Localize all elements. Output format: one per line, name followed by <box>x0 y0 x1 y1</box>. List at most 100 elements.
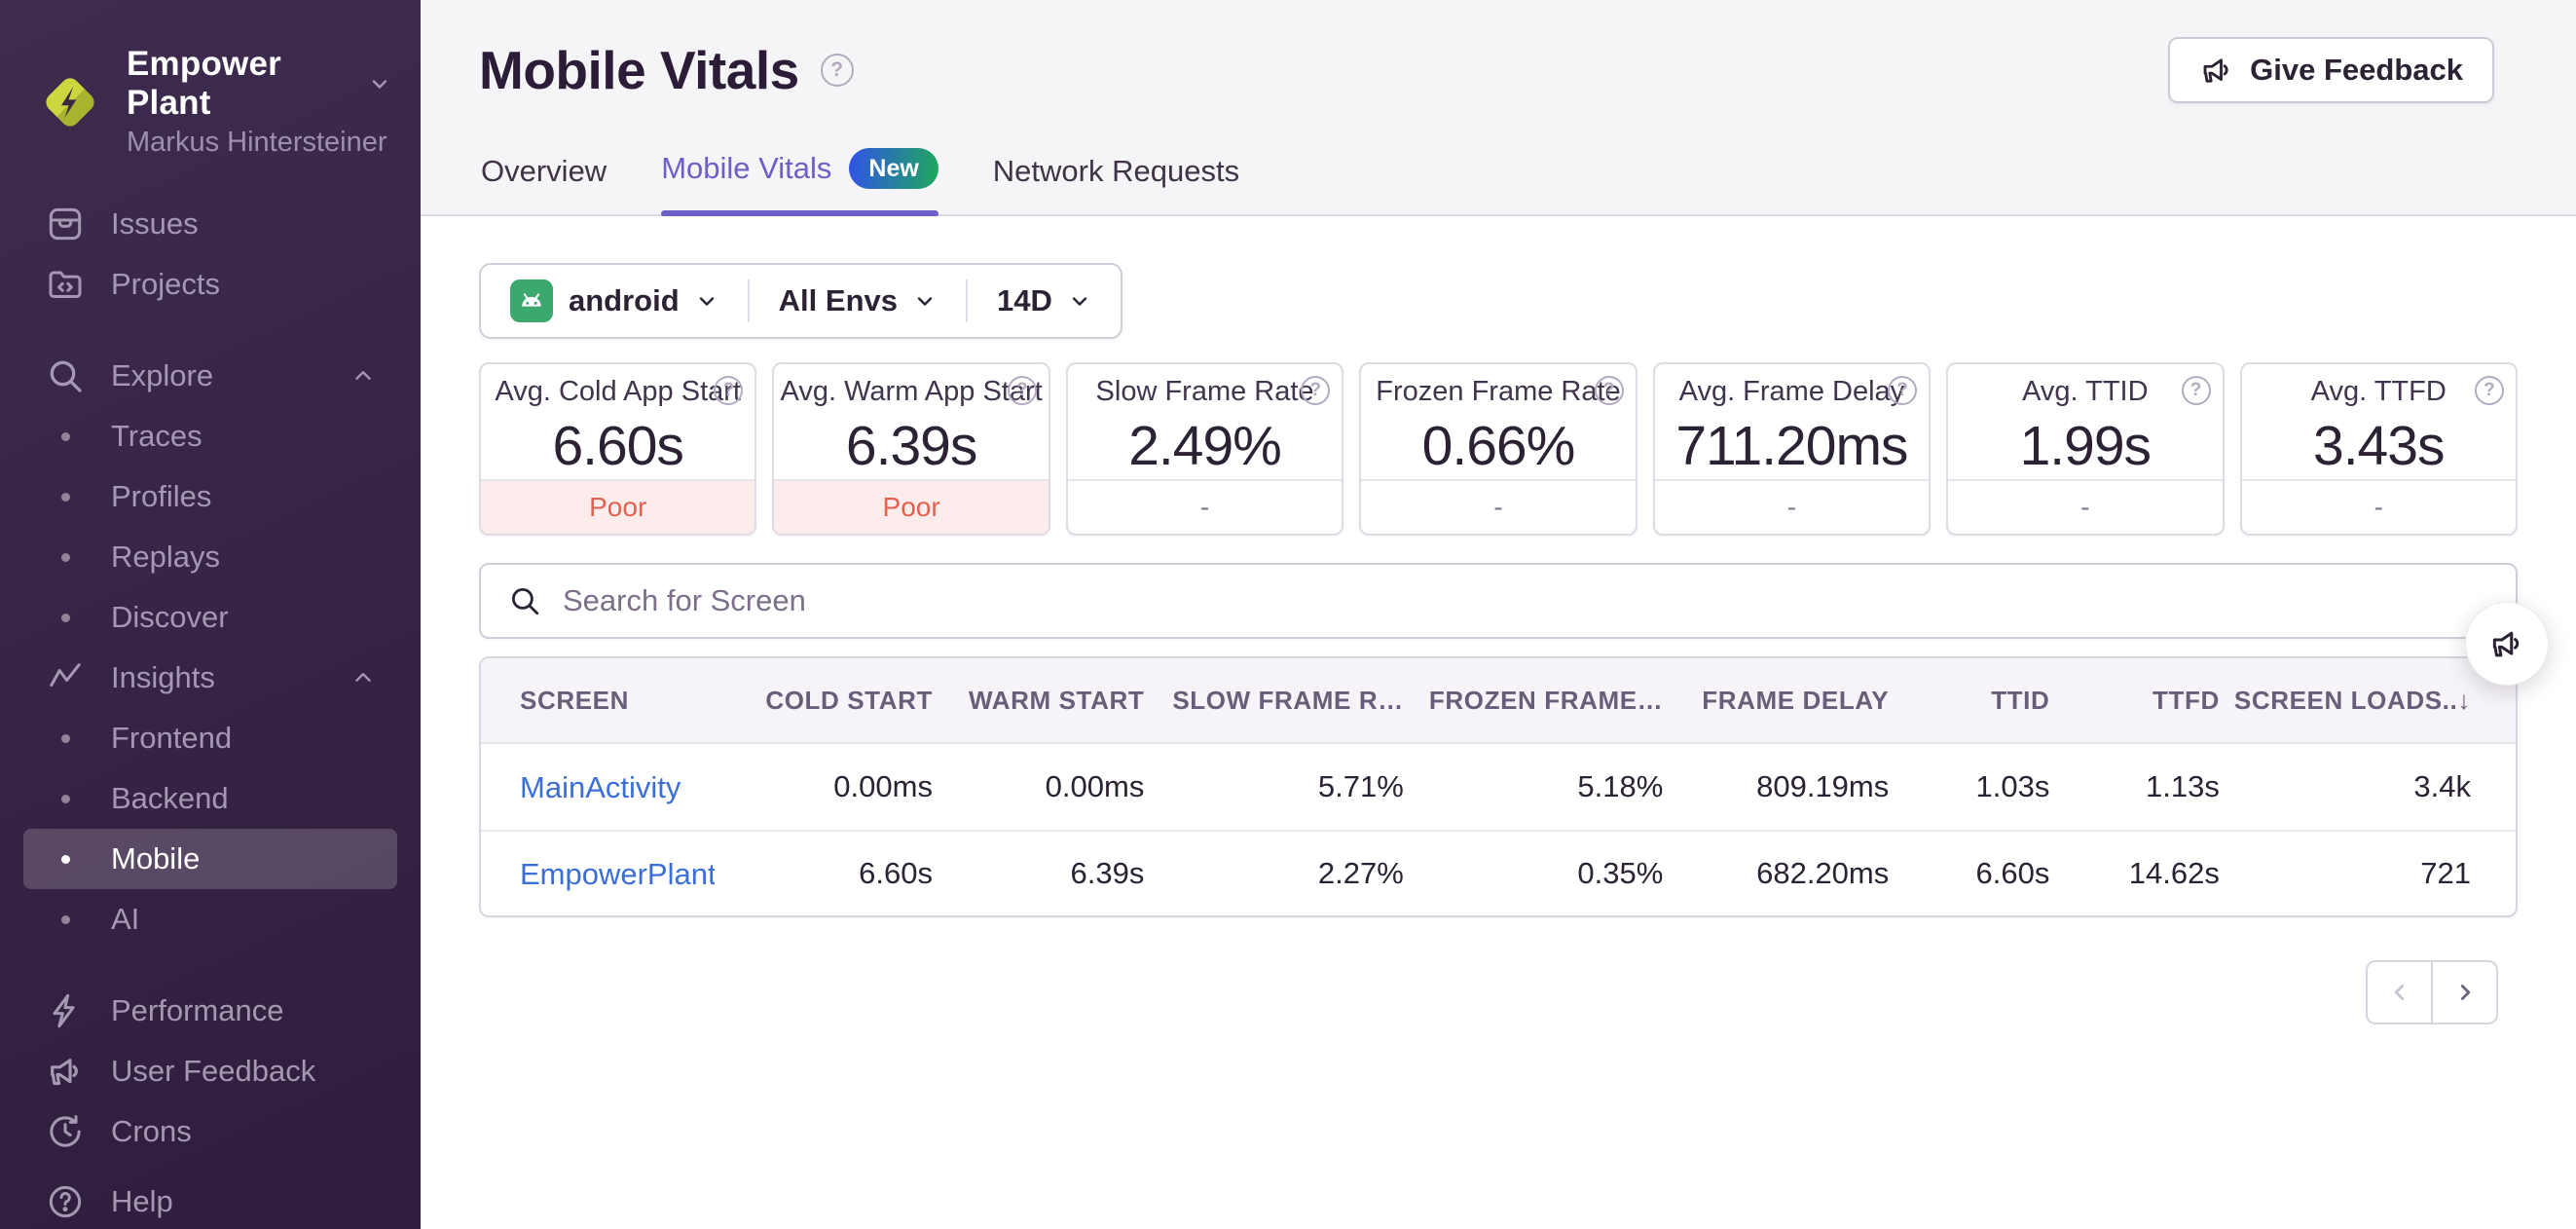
sidebar-item-label: Backend <box>111 781 229 815</box>
give-feedback-label: Give Feedback <box>2250 53 2463 87</box>
cell-screen-loads: 721 <box>2420 856 2471 890</box>
project-filter[interactable]: android <box>481 265 748 337</box>
cell-ttfd: 14.62s <box>2128 856 2220 890</box>
sidebar-section-insights[interactable]: Insights <box>23 648 397 708</box>
sidebar-item-label: AI <box>111 902 140 936</box>
tab-network-requests[interactable]: Network Requests <box>993 154 1239 214</box>
screen-link[interactable]: MainActivity <box>520 770 681 805</box>
sidebar-section-label: Explore <box>111 358 214 392</box>
lightning-icon <box>45 990 86 1031</box>
help-hint-icon[interactable]: ? <box>2181 376 2211 405</box>
sidebar-item-label: Replays <box>111 540 220 574</box>
help-hint-icon[interactable]: ? <box>1594 376 1624 405</box>
metric-value: 1.99s <box>2019 414 2152 477</box>
metric-cards: ? Avg. Cold App Start 6.60s Poor ? Avg. … <box>479 362 2518 536</box>
title-help-icon[interactable]: ? <box>820 54 854 87</box>
sidebar-item-label: Crons <box>111 1114 192 1148</box>
screen-link[interactable]: EmpowerPlantActivity <box>520 857 715 892</box>
column-header-screen[interactable]: SCREEN <box>481 686 715 716</box>
metric-label: Avg. TTFD <box>2310 375 2447 407</box>
help-hint-icon[interactable]: ? <box>1888 376 1918 405</box>
metric-label: Avg. TTID <box>2022 375 2149 407</box>
cell-frozen-frame-rate: 5.18% <box>1577 769 1664 803</box>
environment-filter-value: All Envs <box>778 283 898 317</box>
sidebar-item-profiles[interactable]: Profiles <box>23 466 397 527</box>
help-hint-icon[interactable]: ? <box>1007 376 1037 405</box>
sidebar-item-help[interactable]: Help <box>23 1172 397 1229</box>
next-page-button[interactable] <box>2432 960 2498 1024</box>
column-header-frozen-frame-rate[interactable]: FROZEN FRAME… <box>1404 686 1663 716</box>
column-header-warm-start[interactable]: WARM START <box>933 686 1144 716</box>
cell-cold-start: 6.60s <box>859 856 933 890</box>
metric-card-frozen-frame-rate: ? Frozen Frame Rate 0.66% - <box>1359 362 1638 536</box>
sort-desc-icon: ↓ <box>2457 685 2471 715</box>
org-switcher[interactable]: Empower Plant Markus Hintersteiner <box>0 35 421 168</box>
sidebar-item-ai[interactable]: AI <box>23 889 397 950</box>
metric-value: 3.43s <box>2313 414 2445 477</box>
sidebar-item-performance[interactable]: Performance <box>23 981 397 1041</box>
cell-cold-start: 0.00ms <box>833 769 933 803</box>
sidebar-section-explore[interactable]: Explore <box>23 346 397 406</box>
filter-bar: android All Envs 14D <box>479 263 1122 339</box>
sidebar-item-discover[interactable]: Discover <box>23 587 397 648</box>
sidebar-item-label: Frontend <box>111 721 233 755</box>
issues-icon <box>45 204 86 244</box>
floating-feedback-button[interactable] <box>2465 602 2549 686</box>
sidebar-item-traces[interactable]: Traces <box>23 406 397 466</box>
sidebar-item-mobile[interactable]: Mobile <box>23 829 397 889</box>
date-range-filter-value: 14D <box>997 283 1052 317</box>
search-input[interactable] <box>563 583 2488 618</box>
sidebar-item-issues[interactable]: Issues <box>23 194 397 254</box>
chevron-right-icon <box>2460 985 2470 1000</box>
environment-filter[interactable]: All Envs <box>750 265 966 337</box>
screen-search <box>479 563 2518 639</box>
column-header-ttfd[interactable]: TTFD <box>2049 686 2220 716</box>
user-name: Markus Hintersteiner <box>127 127 387 158</box>
chevron-down-icon <box>913 289 937 313</box>
cell-frame-delay: 682.20ms <box>1756 856 1890 890</box>
date-range-filter[interactable]: 14D <box>968 265 1121 337</box>
sidebar-item-user-feedback[interactable]: User Feedback <box>23 1041 397 1101</box>
megaphone-icon <box>45 1051 86 1092</box>
help-hint-icon[interactable]: ? <box>2474 376 2504 405</box>
metric-card-ttid: ? Avg. TTID 1.99s - <box>1946 362 2225 536</box>
bullet-icon <box>45 432 86 441</box>
sidebar-item-label: Mobile <box>111 841 201 875</box>
metric-value: 6.39s <box>845 414 977 477</box>
column-header-frame-delay[interactable]: FRAME DELAY <box>1663 686 1889 716</box>
sidebar-item-label: Help <box>111 1184 173 1218</box>
bullet-icon <box>45 493 86 502</box>
column-header-cold-start[interactable]: COLD START <box>715 686 933 716</box>
cell-frozen-frame-rate: 0.35% <box>1577 856 1664 890</box>
table-row: EmpowerPlantActivity 6.60s 6.39s 2.27% 0… <box>481 830 2516 915</box>
tab-mobile-vitals[interactable]: Mobile Vitals New <box>661 148 938 217</box>
sidebar-item-label: Traces <box>111 419 202 453</box>
pagination <box>479 960 2518 1024</box>
metric-card-frame-delay: ? Avg. Frame Delay 711.20ms - <box>1652 362 1932 536</box>
give-feedback-button[interactable]: Give Feedback <box>2168 37 2494 103</box>
search-icon <box>45 355 86 396</box>
sidebar-item-crons[interactable]: Crons <box>23 1101 397 1162</box>
sidebar-item-frontend[interactable]: Frontend <box>23 708 397 768</box>
column-header-screen-loads[interactable]: SCREEN LOADS..↓ <box>2220 686 2516 716</box>
sidebar-item-replays[interactable]: Replays <box>23 527 397 587</box>
tab-overview[interactable]: Overview <box>481 154 607 214</box>
android-icon <box>510 279 553 322</box>
column-header-label: SCREEN LOADS.. <box>2233 685 2458 715</box>
org-name: Empower Plant <box>127 45 281 122</box>
bullet-icon <box>45 795 86 803</box>
column-header-slow-frame-rate[interactable]: SLOW FRAME R… <box>1144 686 1403 716</box>
sidebar-item-projects[interactable]: Projects <box>23 254 397 315</box>
tab-label: Overview <box>481 154 607 188</box>
metric-card-cold-start: ? Avg. Cold App Start 6.60s Poor <box>479 362 757 536</box>
sidebar-item-backend[interactable]: Backend <box>23 768 397 829</box>
chevron-down-icon <box>368 71 391 96</box>
cell-slow-frame-rate: 2.27% <box>1317 856 1404 890</box>
metric-status: Poor <box>774 479 1049 534</box>
megaphone-icon <box>2488 625 2525 662</box>
pulse-icon <box>45 657 86 698</box>
previous-page-button[interactable] <box>2366 960 2432 1024</box>
chevron-down-icon <box>1068 289 1091 313</box>
column-header-ttid[interactable]: TTID <box>1889 686 2049 716</box>
tab-label: Network Requests <box>992 154 1240 188</box>
